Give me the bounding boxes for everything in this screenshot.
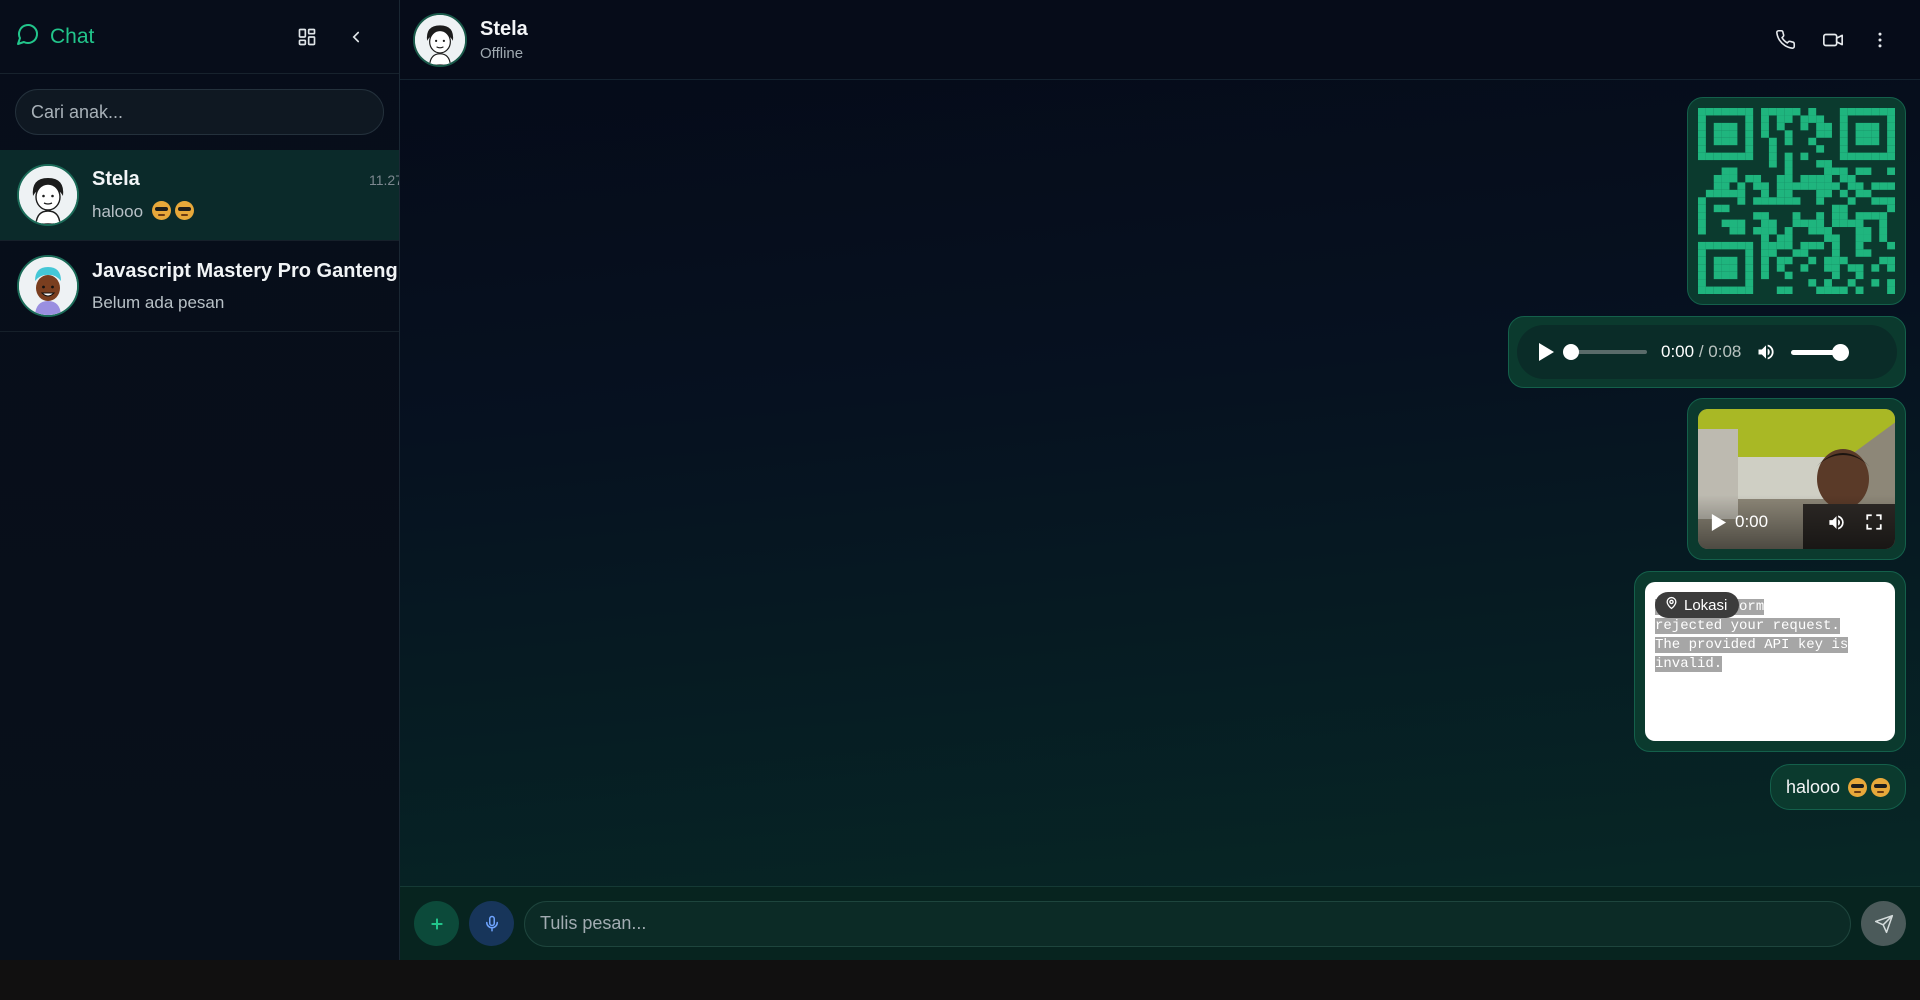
mic-icon <box>485 915 498 931</box>
qr-code-image <box>1698 108 1895 294</box>
map-pin-icon <box>1665 596 1678 614</box>
message-qr-image[interactable] <box>1687 97 1906 305</box>
message-list: 0:00 / 0:08 0:00 rejected your request. … <box>400 80 1920 886</box>
video-call-icon[interactable] <box>1822 29 1844 51</box>
contact-name: Stela <box>92 168 140 190</box>
message-text-content: halooo <box>1785 776 1840 797</box>
more-vertical-icon[interactable] <box>1870 30 1890 50</box>
volume-knob[interactable] <box>1832 343 1850 361</box>
video-controls: 0:00 <box>1698 495 1895 549</box>
chat-bubble-icon <box>16 22 40 52</box>
sunglasses-emoji-icon <box>151 201 171 220</box>
volume-icon[interactable] <box>1826 513 1847 532</box>
chat-panel: Stela Offline 0:00 / 0:08 0:00 rejected … <box>400 0 1920 960</box>
fullscreen-icon[interactable] <box>1865 513 1883 531</box>
map-error-line: rejected your request. <box>1655 618 1840 634</box>
sidebar-title: Chat <box>16 22 94 52</box>
app-window: Chat Cari anak... Stela halooo 11.2 Java… <box>0 0 1920 960</box>
message-composer <box>400 886 1920 960</box>
sunglasses-emoji-icon <box>1871 777 1890 797</box>
collapse-sidebar-chevron-left-icon[interactable] <box>347 28 365 46</box>
sidebar-header: Chat <box>0 0 399 74</box>
contact-preview-text: halooo <box>92 202 144 221</box>
audio-time: 0:00 / 0:08 <box>1661 342 1741 362</box>
message-input[interactable] <box>524 900 1851 947</box>
search-container <box>0 74 399 135</box>
message-location[interactable]: Maps Platform rejected your request. The… <box>1634 571 1906 752</box>
add-attachment-button[interactable] <box>414 901 459 946</box>
play-icon[interactable] <box>1710 513 1727 532</box>
location-badge-label: Lokasi <box>1684 596 1728 614</box>
volume-icon[interactable] <box>1755 342 1777 362</box>
search-input[interactable] <box>15 89 384 135</box>
sunglasses-emoji-icon <box>1848 777 1867 797</box>
audio-player: 0:00 / 0:08 <box>1517 325 1897 379</box>
phone-icon[interactable] <box>1775 29 1796 50</box>
plus-icon <box>430 917 443 930</box>
contact-list: Stela halooo 11.27 J <box>0 150 399 332</box>
voice-record-button[interactable] <box>469 901 514 946</box>
send-icon <box>1874 914 1893 933</box>
contact-time: 11.27 <box>369 172 399 188</box>
send-button[interactable] <box>1861 901 1906 946</box>
avatar <box>17 164 79 226</box>
sunglasses-emoji-icon <box>174 201 194 220</box>
chat-contact-name: Stela <box>480 17 528 40</box>
map-error-line: invalid. <box>1655 656 1723 672</box>
audio-seek-knob[interactable] <box>1563 344 1579 360</box>
map-error-line: The provided API key is <box>1655 637 1849 653</box>
message-video: 0:00 <box>1687 398 1906 560</box>
location-badge: Lokasi <box>1655 592 1740 618</box>
contact-preview: Belum ada pesan <box>92 292 225 312</box>
audio-time-separator: / <box>1698 342 1704 361</box>
contact-name: Javascript Mastery Pro Ganteng <box>92 259 398 282</box>
contact-item-stela[interactable]: Stela halooo 11.27 <box>0 150 399 241</box>
chat-contact-status: Offline <box>480 44 524 62</box>
map-embed[interactable]: Maps Platform rejected your request. The… <box>1645 582 1895 741</box>
message-text[interactable]: halooo <box>1769 764 1906 810</box>
contact-preview: halooo <box>92 201 194 222</box>
audio-duration: 0:08 <box>1708 342 1742 361</box>
sidebar: Chat Cari anak... Stela halooo 11.2 Java… <box>0 0 400 960</box>
message-audio: 0:00 / 0:08 <box>1508 316 1906 388</box>
video-player[interactable]: 0:00 <box>1698 409 1895 549</box>
video-current-time: 0:00 <box>1735 512 1769 531</box>
play-icon[interactable] <box>1537 342 1555 362</box>
sidebar-title-text: Chat <box>50 24 95 48</box>
grid-view-icon[interactable] <box>297 27 317 47</box>
avatar[interactable] <box>413 12 467 67</box>
volume-slider[interactable] <box>1791 343 1850 361</box>
chat-header: Stela Offline <box>400 0 1920 80</box>
contact-item-javascript-mastery[interactable]: Javascript Mastery Pro Ganteng Belum ada… <box>0 241 399 332</box>
audio-seek-bar[interactable] <box>1563 344 1647 360</box>
avatar <box>17 255 79 317</box>
audio-current-time: 0:00 <box>1661 342 1695 361</box>
